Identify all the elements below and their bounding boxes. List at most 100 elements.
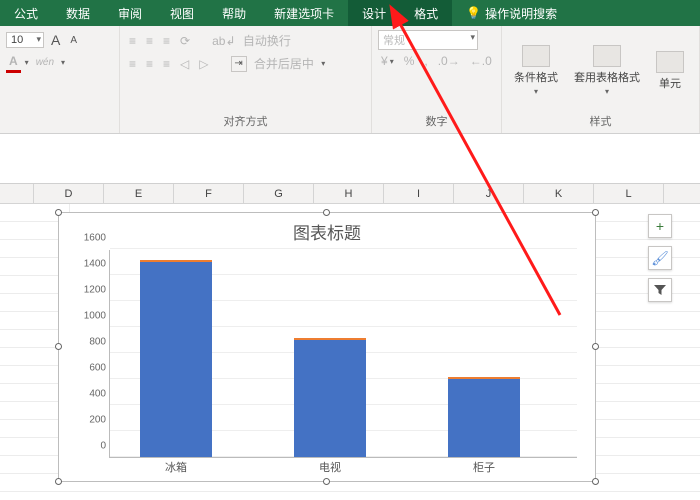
merge-label: 合并后居中: [254, 55, 314, 72]
chart-filter-button[interactable]: [648, 278, 672, 302]
tab-tellme[interactable]: 💡 操作说明搜索: [452, 0, 571, 26]
tab-review[interactable]: 审阅: [104, 0, 156, 26]
chart-add-element-button[interactable]: +: [648, 214, 672, 238]
font-color-button[interactable]: A: [6, 52, 21, 73]
conditional-format-button[interactable]: 条件格式▾: [508, 41, 564, 100]
y-tick: 1400: [72, 259, 106, 270]
tab-help[interactable]: 帮助: [208, 0, 260, 26]
align-middle-button[interactable]: ≡: [143, 32, 156, 50]
chevron-down-icon[interactable]: ▾: [25, 58, 29, 67]
wrap-text-button[interactable]: ab↲ 自动换行: [209, 30, 294, 51]
resize-handle[interactable]: [592, 478, 599, 485]
wrap-icon: ab↲: [212, 34, 235, 48]
y-tick: 1600: [72, 233, 106, 244]
col-K[interactable]: K: [524, 184, 594, 203]
chart-bar[interactable]: [448, 379, 520, 457]
tab-data[interactable]: 数据: [52, 0, 104, 26]
cond-format-label: 条件格式: [514, 69, 558, 85]
group-label-styles: 样式: [508, 111, 693, 131]
decrease-font-button[interactable]: A: [67, 33, 80, 48]
cell-styles-button[interactable]: 单元: [650, 47, 690, 95]
embedded-chart[interactable]: 图表标题 02004006008001000120014001600冰箱电视柜子: [58, 212, 596, 482]
y-tick: 1200: [72, 285, 106, 296]
resize-handle[interactable]: [55, 209, 62, 216]
ribbon-tabs: 公式 数据 审阅 视图 帮助 新建选项卡 设计 格式 💡 操作说明搜索: [0, 0, 700, 26]
comma-button[interactable]: ,: [421, 52, 430, 70]
col-gutter: [0, 184, 34, 203]
tab-format[interactable]: 格式: [400, 0, 452, 26]
col-J[interactable]: J: [454, 184, 524, 203]
table-format-icon: [593, 45, 621, 67]
merge-icon: ⇥: [231, 56, 247, 72]
align-left-button[interactable]: ≡: [126, 55, 139, 73]
group-alignment: ≡ ≡ ≡ ⟳ ab↲ 自动换行 ≡ ≡ ≡ ◁ ▷ ⇥ 合并后居中 ▾ 对齐方…: [120, 26, 372, 133]
merge-center-button[interactable]: ⇥ 合并后居中 ▾: [228, 53, 329, 74]
group-label-font: [6, 115, 113, 131]
align-bottom-button[interactable]: ≡: [160, 32, 173, 50]
number-format-select[interactable]: 常规: [378, 30, 478, 50]
chevron-down-icon[interactable]: ▾: [61, 58, 65, 67]
col-G[interactable]: G: [244, 184, 314, 203]
align-right-button[interactable]: ≡: [160, 55, 173, 73]
y-tick: 800: [72, 337, 106, 348]
group-label-alignment: 对齐方式: [126, 111, 365, 131]
cell-styles-icon: [656, 51, 684, 73]
tab-formula[interactable]: 公式: [0, 0, 52, 26]
table-format-label: 套用表格格式: [574, 69, 640, 85]
orientation-button[interactable]: ⟳: [177, 32, 193, 50]
resize-handle[interactable]: [323, 209, 330, 216]
y-tick: 600: [72, 363, 106, 374]
col-I[interactable]: I: [384, 184, 454, 203]
col-D[interactable]: D: [34, 184, 104, 203]
group-number: 常规 ¥▾ % , .0→ ←.0 数字: [372, 26, 502, 133]
tab-tellme-label: 操作说明搜索: [485, 5, 557, 22]
tab-design[interactable]: 设计: [348, 0, 400, 26]
resize-handle[interactable]: [592, 343, 599, 350]
resize-handle[interactable]: [323, 478, 330, 485]
y-tick: 1000: [72, 311, 106, 322]
worksheet[interactable]: D E F G H I J K L 图表标题 02004006008001000…: [0, 184, 700, 500]
currency-button[interactable]: ¥▾: [378, 52, 397, 70]
chart-title[interactable]: 图表标题: [59, 213, 595, 246]
x-label: 冰箱: [140, 459, 212, 475]
table-format-button[interactable]: 套用表格格式▾: [568, 41, 646, 100]
y-tick: 200: [72, 415, 106, 426]
align-center-button[interactable]: ≡: [143, 55, 156, 73]
resize-handle[interactable]: [55, 343, 62, 350]
chart-side-buttons: + 🖌: [648, 214, 672, 302]
tab-view[interactable]: 视图: [156, 0, 208, 26]
resize-handle[interactable]: [592, 209, 599, 216]
phonetic-button[interactable]: wén: [33, 55, 57, 70]
cell-styles-label: 单元: [659, 75, 681, 91]
dec-decimal-button[interactable]: ←.0: [467, 52, 495, 70]
align-top-button[interactable]: ≡: [126, 32, 139, 50]
chart-bar[interactable]: [140, 262, 212, 457]
chart-styles-button[interactable]: 🖌: [648, 246, 672, 270]
ribbon: 10 A A A ▾ wén ▾ ≡ ≡ ≡ ⟳ ab↲ 自动换行: [0, 26, 700, 134]
y-tick: 0: [72, 441, 106, 452]
group-label-number: 数字: [378, 111, 495, 131]
group-styles: 条件格式▾ 套用表格格式▾ 单元 样式: [502, 26, 700, 133]
col-L[interactable]: L: [594, 184, 664, 203]
inc-decimal-button[interactable]: .0→: [435, 52, 463, 70]
tab-newtab[interactable]: 新建选项卡: [260, 0, 348, 26]
lightbulb-icon: 💡: [466, 6, 481, 20]
y-tick: 400: [72, 389, 106, 400]
font-size-select[interactable]: 10: [6, 32, 44, 48]
chart-bar[interactable]: [294, 340, 366, 457]
increase-font-button[interactable]: A: [48, 30, 63, 50]
cond-format-icon: [522, 45, 550, 67]
col-H[interactable]: H: [314, 184, 384, 203]
indent-inc-button[interactable]: ▷: [196, 55, 211, 73]
group-font-partial: 10 A A A ▾ wén ▾: [0, 26, 120, 133]
percent-button[interactable]: %: [401, 52, 418, 70]
x-label: 电视: [294, 459, 366, 475]
resize-handle[interactable]: [55, 478, 62, 485]
chart-plot-area[interactable]: 02004006008001000120014001600冰箱电视柜子: [109, 250, 577, 458]
indent-dec-button[interactable]: ◁: [177, 55, 192, 73]
col-E[interactable]: E: [104, 184, 174, 203]
formula-bar-area: [0, 134, 700, 184]
x-label: 柜子: [448, 459, 520, 475]
col-F[interactable]: F: [174, 184, 244, 203]
wrap-label: 自动换行: [243, 32, 291, 49]
